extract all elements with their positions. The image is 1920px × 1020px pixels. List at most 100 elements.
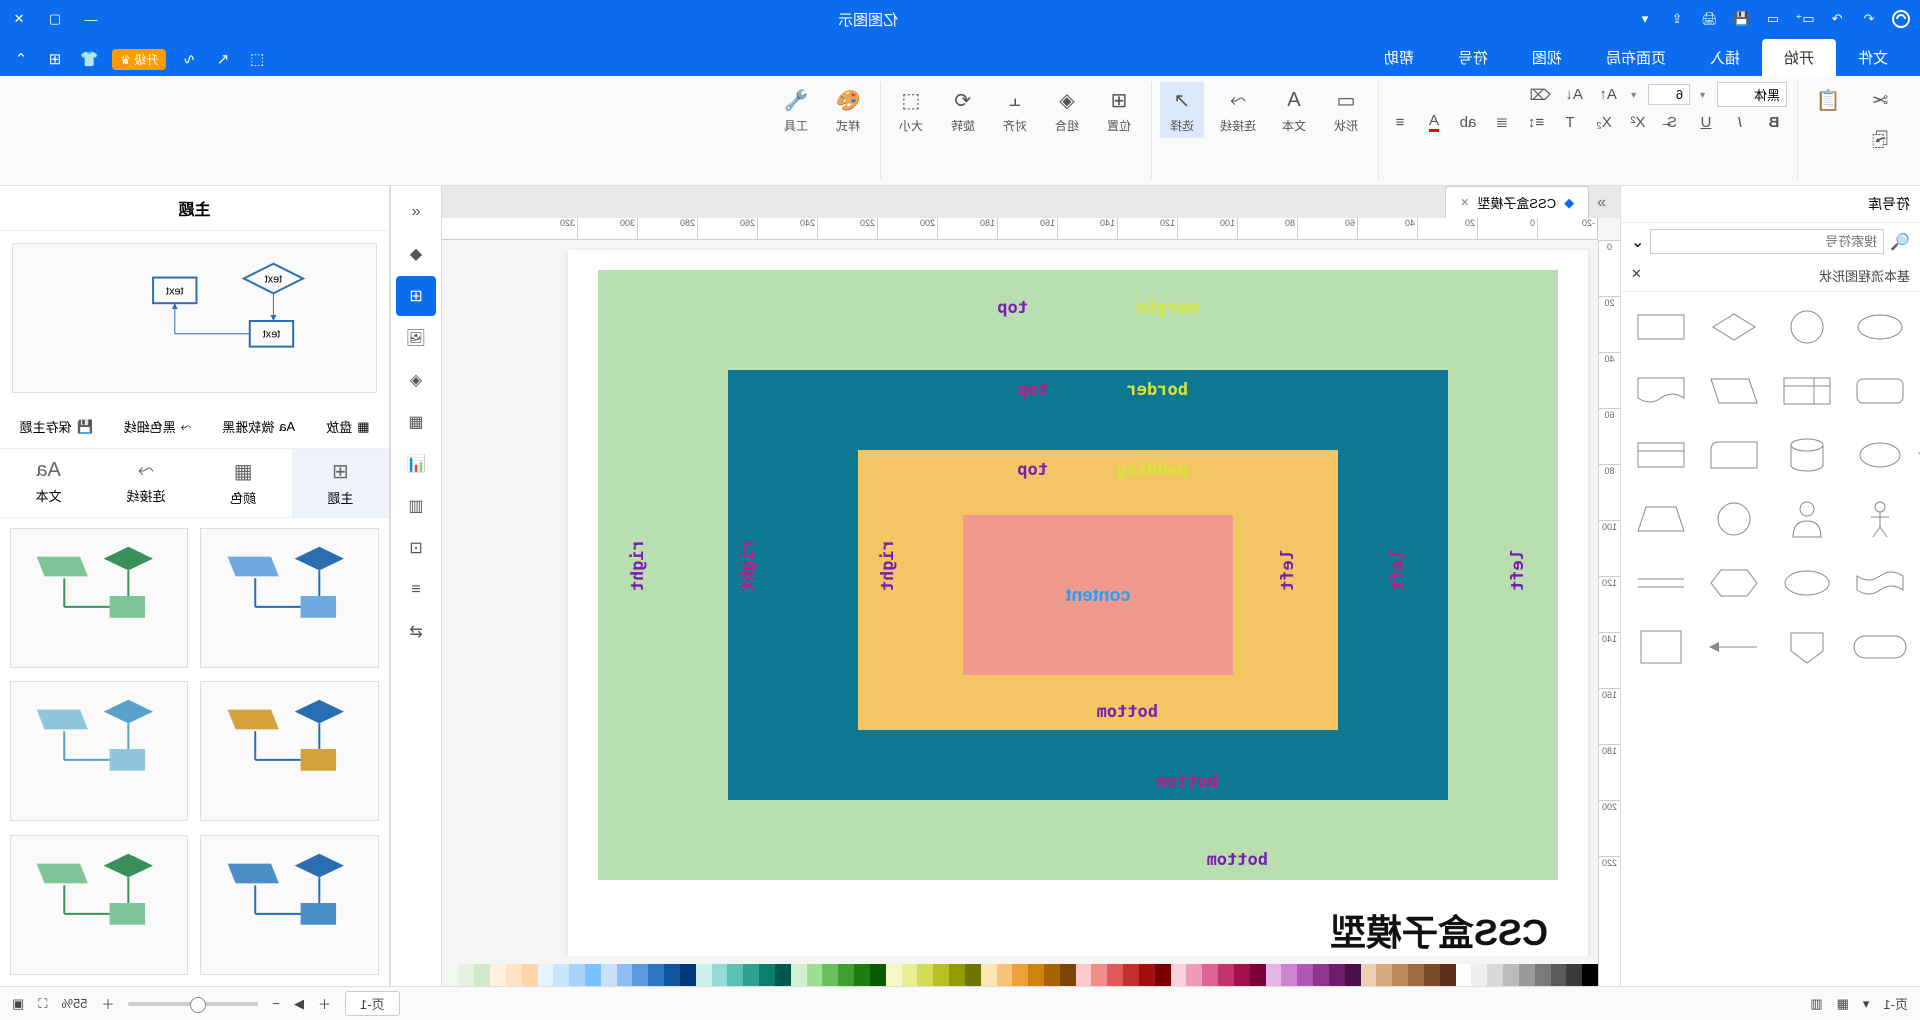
side-formula-icon[interactable]: ⊡ [396, 528, 436, 568]
color-swatch[interactable] [1440, 964, 1456, 986]
shape-pill[interactable] [1849, 620, 1912, 674]
undo-icon[interactable]: ↶ [1858, 8, 1880, 30]
shape-card[interactable] [1702, 428, 1765, 482]
color-swatch[interactable] [585, 964, 601, 986]
color-swatch[interactable] [1313, 964, 1329, 986]
subscript-icon[interactable]: X₂ [1591, 111, 1617, 133]
color-swatch[interactable] [1487, 964, 1503, 986]
open-icon[interactable]: ▭ [1762, 8, 1784, 30]
boxmodel-content[interactable]: content [963, 515, 1233, 675]
side-relation-icon[interactable]: ≡ [396, 570, 436, 610]
page[interactable]: content margin top border top padding to… [568, 250, 1588, 956]
color-swatch[interactable] [1345, 964, 1361, 986]
more-icon[interactable]: ▾ [1634, 8, 1656, 30]
color-swatch[interactable] [743, 964, 759, 986]
color-swatch[interactable] [838, 964, 854, 986]
color-swatch[interactable] [933, 964, 949, 986]
pointer-icon[interactable]: ↖ [212, 48, 234, 70]
color-swatch[interactable] [886, 964, 902, 986]
new-icon[interactable]: ▭⁺ [1794, 8, 1816, 30]
color-swatch[interactable] [1471, 964, 1487, 986]
select-tool-icon[interactable]: ⬚ [246, 48, 268, 70]
paste-button[interactable]: 📋 [1806, 82, 1850, 118]
color-swatch[interactable] [1519, 964, 1535, 986]
color-swatch[interactable] [822, 964, 838, 986]
theme-card[interactable] [10, 835, 189, 975]
tabs-overflow-icon[interactable]: » [1589, 188, 1614, 218]
close-icon[interactable]: ✕ [8, 8, 30, 30]
color-swatch[interactable] [1456, 964, 1472, 986]
color-swatch[interactable] [1028, 964, 1044, 986]
shape-roundrect[interactable] [1849, 364, 1912, 418]
color-swatch[interactable] [759, 964, 775, 986]
theme-subtab-connector[interactable]: ⤳连接线 [97, 449, 194, 517]
highlight-icon[interactable]: ≡ [1387, 111, 1413, 133]
color-swatch[interactable] [949, 964, 965, 986]
color-swatch[interactable] [712, 964, 728, 986]
color-swatch[interactable] [1392, 964, 1408, 986]
color-swatch[interactable] [1566, 964, 1582, 986]
collapse-ribbon-icon[interactable]: ⌃ [10, 48, 32, 70]
theme-subtab-theme[interactable]: ⊞主题 [292, 449, 389, 517]
color-swatch[interactable] [1218, 964, 1234, 986]
shape-predefined[interactable] [1629, 428, 1692, 482]
shirt-icon[interactable]: 👕 [78, 48, 100, 70]
save-icon[interactable]: 💾 [1730, 8, 1752, 30]
color-swatch[interactable] [965, 964, 981, 986]
menu-layout[interactable]: 页面布局 [1584, 39, 1688, 76]
cut-button[interactable]: ✂ [1858, 82, 1902, 118]
color-swatch[interactable] [1281, 964, 1297, 986]
side-grid-icon[interactable]: ▥ [396, 486, 436, 526]
side-shapes-icon[interactable]: ⊞ [396, 276, 436, 316]
color-swatch[interactable] [1361, 964, 1377, 986]
bullet-list-icon[interactable]: ≣ [1489, 111, 1515, 133]
color-swatch[interactable] [1376, 964, 1392, 986]
color-swatch[interactable] [522, 964, 538, 986]
shape-yes[interactable]: Yes [1849, 428, 1912, 482]
shape-lines[interactable] [1629, 556, 1692, 610]
shape-circle[interactable] [1776, 300, 1839, 354]
maximize-icon[interactable]: ▢ [44, 8, 66, 30]
shape-cylinder[interactable] [1776, 428, 1839, 482]
document-tab[interactable]: ◆ CSS盒子模型 ✕ [1445, 186, 1589, 218]
align-button[interactable]: ⫠对齐 [993, 82, 1037, 138]
shape-circle2[interactable] [1702, 492, 1765, 546]
fit-page-icon[interactable]: ▣ [12, 996, 24, 1012]
redo-icon[interactable]: ↷ [1826, 8, 1848, 30]
color-palette[interactable] [442, 964, 1598, 986]
color-swatch[interactable] [1155, 964, 1171, 986]
style-button[interactable]: 🎨样式 [826, 82, 870, 138]
size-button[interactable]: ⬚大小 [889, 82, 933, 138]
color-swatch[interactable] [569, 964, 585, 986]
color-swatch[interactable] [458, 964, 474, 986]
color-swatch[interactable] [791, 964, 807, 986]
color-swatch[interactable] [1123, 964, 1139, 986]
color-swatch[interactable] [680, 964, 696, 986]
color-swatch[interactable] [981, 964, 997, 986]
color-swatch[interactable] [1186, 964, 1202, 986]
color-swatch[interactable] [1076, 964, 1092, 986]
shape-user[interactable] [1776, 492, 1839, 546]
color-swatch[interactable] [1551, 964, 1567, 986]
color-swatch[interactable] [553, 964, 569, 986]
bold-button[interactable]: B [1761, 111, 1787, 133]
theme-subtab-color[interactable]: ▦颜色 [195, 449, 292, 517]
search-expand-icon[interactable]: ⌄ [1631, 232, 1644, 252]
color-swatch[interactable] [917, 964, 933, 986]
export-icon[interactable]: ⇪ [1666, 8, 1688, 30]
color-swatch[interactable] [490, 964, 506, 986]
italic-button[interactable]: I [1727, 111, 1753, 133]
menu-help[interactable]: 帮助 [1362, 39, 1436, 76]
page-indicator[interactable]: 页-1 [1883, 994, 1908, 1013]
color-swatch[interactable] [1329, 964, 1345, 986]
side-image-icon[interactable]: 🖼 [396, 318, 436, 358]
color-swatch[interactable] [1092, 964, 1108, 986]
theme-opt-font[interactable]: Aa微软雅黑 [218, 413, 299, 440]
color-swatch[interactable] [1424, 964, 1440, 986]
print-icon[interactable]: 🖨 [1698, 8, 1720, 30]
superscript-icon[interactable]: X² [1625, 111, 1651, 133]
color-swatch[interactable] [601, 964, 617, 986]
color-swatch[interactable] [727, 964, 743, 986]
connector-button[interactable]: ⤳连接线 [1212, 82, 1264, 138]
upgrade-badge[interactable]: 升级 ♛ [112, 49, 166, 70]
